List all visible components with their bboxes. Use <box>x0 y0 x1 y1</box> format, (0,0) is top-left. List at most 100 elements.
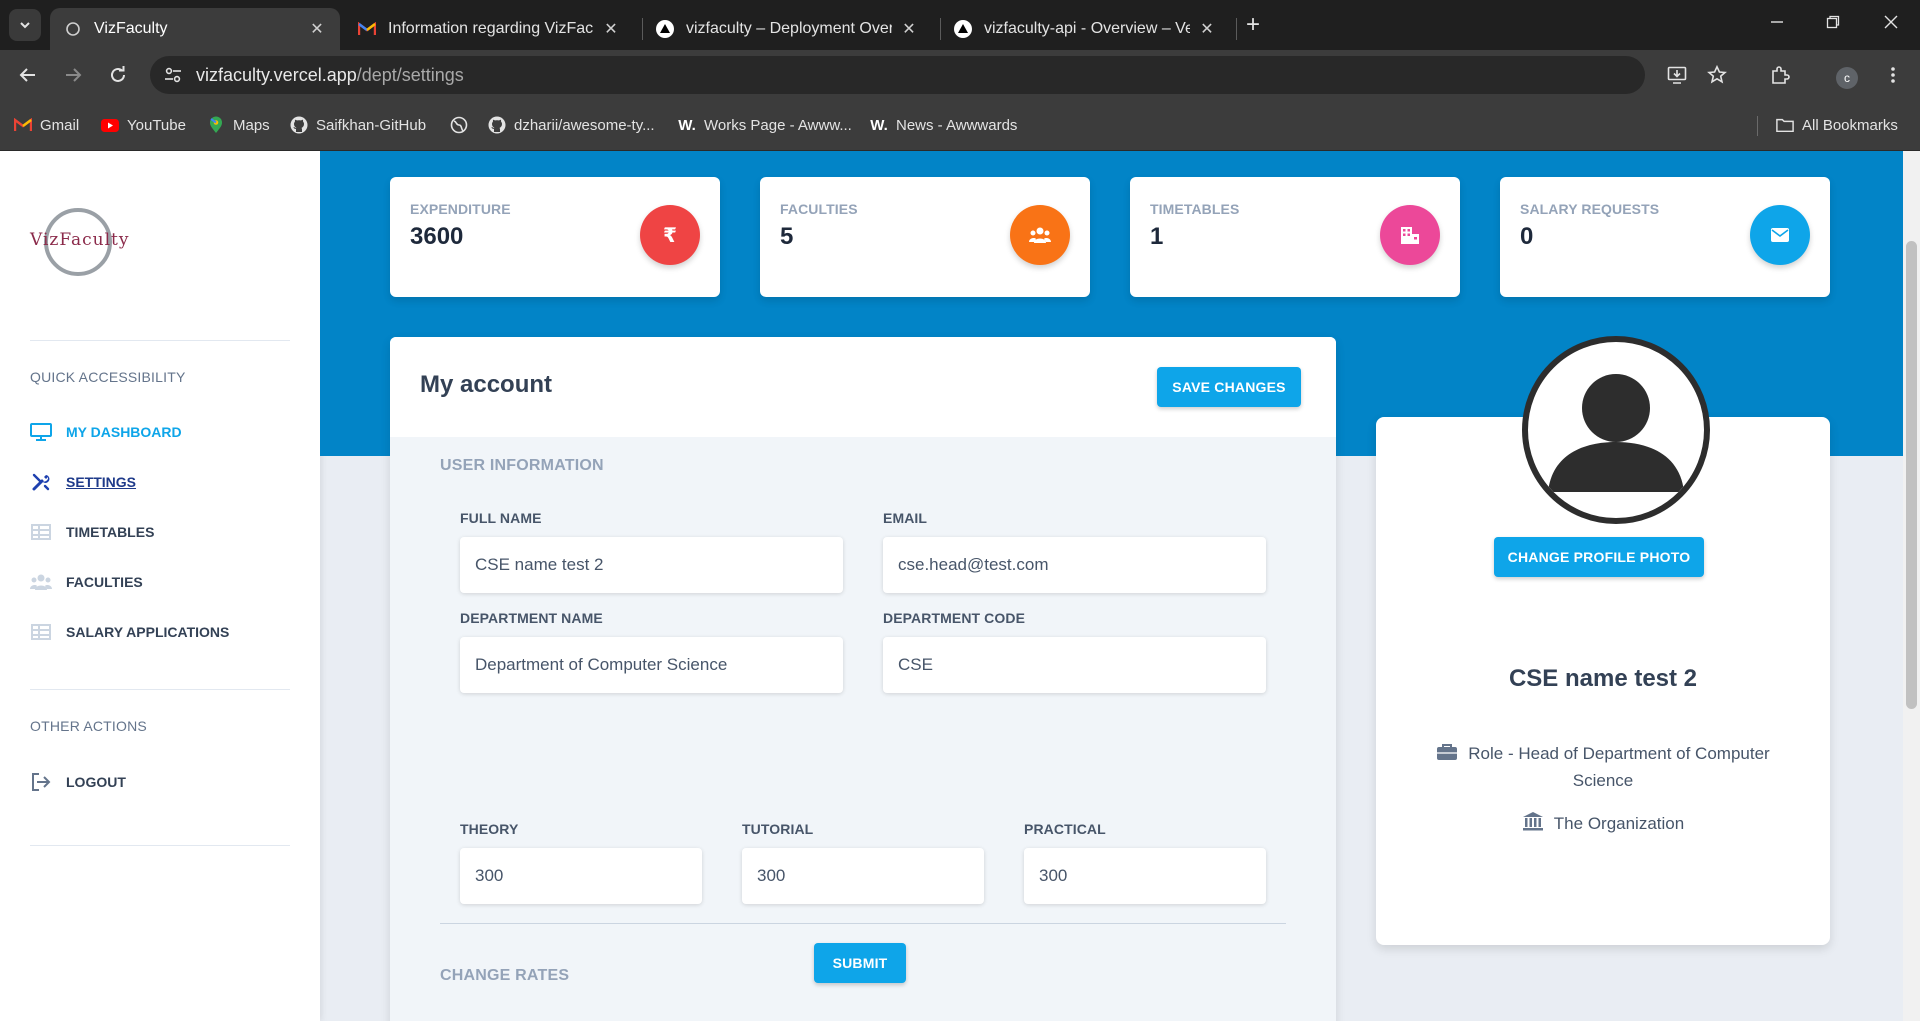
stat-label: FACULTIES <box>780 201 858 217</box>
practical-input[interactable]: 300 <box>1024 848 1266 904</box>
url-host: vizfaculty.vercel.app <box>196 65 357 85</box>
profile-role: Role - Head of Department of Computer Sc… <box>1416 741 1790 793</box>
new-tab-plus-icon[interactable]: + <box>1246 12 1260 38</box>
stat-value: 0 <box>1520 223 1534 250</box>
restore-icon[interactable] <box>1826 13 1840 34</box>
scrollbar-thumb[interactable] <box>1906 241 1917 709</box>
gmail-icon <box>14 116 32 134</box>
sidebar-item-timetables[interactable]: TIMETABLES <box>30 522 154 542</box>
tutorial-input[interactable]: 300 <box>742 848 984 904</box>
close-window-icon[interactable] <box>1884 13 1898 34</box>
save-changes-button[interactable]: SAVE CHANGES <box>1157 367 1301 407</box>
reload-icon[interactable] <box>107 64 129 86</box>
stat-value: 1 <box>1150 223 1164 250</box>
sidebar-item-dashboard[interactable]: MY DASHBOARD <box>30 422 182 442</box>
building-icon <box>1380 205 1440 265</box>
logo-text: VizFaculty <box>30 230 130 250</box>
minimize-icon[interactable] <box>1770 13 1784 34</box>
back-arrow-icon[interactable] <box>17 64 39 86</box>
department-code-input[interactable]: CSE <box>883 637 1266 693</box>
bookmark-label: YouTube <box>127 116 186 134</box>
bookmark-youtube[interactable]: YouTube <box>101 116 186 134</box>
department-name-input[interactable]: Department of Computer Science <box>460 637 843 693</box>
tab-information[interactable]: Information regarding VizFaculty ✕ <box>344 8 634 50</box>
bookmark-label: Gmail <box>40 116 80 134</box>
tab-title: VizFaculty <box>94 20 168 37</box>
stat-card-expenditure: EXPENDITURE 3600 ₹ <box>390 177 720 297</box>
awwwards-icon: W. <box>870 116 888 134</box>
tab-title: vizfaculty – Deployment Overview <box>686 20 892 37</box>
submit-button[interactable]: SUBMIT <box>814 943 906 983</box>
close-tab-icon[interactable]: ✕ <box>900 19 918 39</box>
bookmark-maps[interactable]: Maps <box>207 116 270 134</box>
folder-icon <box>1776 116 1794 134</box>
bookmark-news-awwwards[interactable]: W. News - Awwwards <box>870 116 1017 134</box>
stat-card-timetables: TIMETABLES 1 <box>1130 177 1460 297</box>
close-tab-icon[interactable]: ✕ <box>602 19 620 39</box>
department-code-label: DEPARTMENT CODE <box>883 610 1026 626</box>
tab-title: Information regarding VizFaculty <box>388 20 594 37</box>
bookmark-awesome-ty[interactable]: dzharii/awesome-ty... <box>488 116 655 134</box>
other-actions-heading: OTHER ACTIONS <box>30 718 147 734</box>
close-tab-icon[interactable]: ✕ <box>1198 19 1216 39</box>
theory-input[interactable]: 300 <box>460 848 702 904</box>
forward-arrow-icon[interactable] <box>62 64 84 86</box>
sidebar-item-label: MY DASHBOARD <box>66 424 182 440</box>
address-bar[interactable]: vizfaculty.vercel.app/dept/settings <box>150 56 1645 94</box>
change-profile-photo-button[interactable]: CHANGE PROFILE PHOTO <box>1494 537 1704 577</box>
page-title: My account <box>420 371 553 398</box>
sidebar-item-settings[interactable]: SETTINGS <box>30 472 136 492</box>
sidebar: VizFaculty QUICK ACCESSIBILITY MY DASHBO… <box>0 151 320 1021</box>
extensions-puzzle-icon[interactable] <box>1769 64 1791 86</box>
vizfaculty-logo[interactable]: VizFaculty <box>28 206 138 278</box>
stat-card-faculties: FACULTIES 5 <box>760 177 1090 297</box>
install-app-icon[interactable] <box>1666 64 1688 86</box>
change-rates-heading: CHANGE RATES <box>440 967 570 984</box>
user-information-heading: USER INFORMATION <box>440 457 604 474</box>
sidebar-divider <box>30 340 290 341</box>
email-input[interactable]: cse.head@test.com <box>883 537 1266 593</box>
site-info-icon[interactable] <box>164 66 182 89</box>
tab-title: vizfaculty-api - Overview – Vercel <box>984 20 1190 37</box>
github-icon <box>290 116 308 134</box>
tab-api-overview[interactable]: vizfaculty-api - Overview – Vercel ✕ <box>940 8 1230 50</box>
url-path: /dept/settings <box>356 65 464 85</box>
bookmark-label: News - Awwwards <box>896 116 1018 134</box>
bookmark-label: Works Page - Awww... <box>704 116 852 134</box>
bookmark-globe[interactable] <box>450 116 476 134</box>
profile-name: CSE name test 2 <box>1508 665 1698 692</box>
envelope-icon <box>1750 205 1810 265</box>
tab-deployment-overview[interactable]: vizfaculty – Deployment Overview ✕ <box>642 8 932 50</box>
full-name-input[interactable]: CSE name test 2 <box>460 537 843 593</box>
vercel-icon <box>954 20 972 38</box>
users-icon <box>30 572 52 592</box>
bookmark-star-icon[interactable] <box>1706 64 1728 86</box>
bookmark-gmail[interactable]: Gmail <box>14 116 79 134</box>
tab-vizfaculty[interactable]: VizFaculty ✕ <box>50 8 340 50</box>
url-text: vizfaculty.vercel.app/dept/settings <box>196 65 464 86</box>
bookmark-label: Saifkhan-GitHub <box>316 116 427 134</box>
close-tab-icon[interactable]: ✕ <box>308 19 326 39</box>
profile-avatar[interactable]: c <box>1836 67 1858 89</box>
bookmark-works-page[interactable]: W. Works Page - Awww... <box>678 116 852 134</box>
bookmark-saifkhan-github[interactable]: Saifkhan-GitHub <box>290 116 426 134</box>
users-icon <box>1010 205 1070 265</box>
page-scrollbar[interactable] <box>1903 151 1920 1021</box>
department-name-label: DEPARTMENT NAME <box>460 610 603 626</box>
avatar <box>1522 336 1710 524</box>
monitor-icon <box>30 422 52 442</box>
globe-icon <box>450 116 468 134</box>
github-icon <box>488 116 506 134</box>
sign-out-icon <box>30 772 52 792</box>
tab-separator <box>1236 18 1237 40</box>
sidebar-item-faculties[interactable]: FACULTIES <box>30 572 143 592</box>
maps-icon <box>207 116 225 134</box>
sidebar-item-label: SALARY APPLICATIONS <box>66 624 230 640</box>
tab-search-button[interactable] <box>9 9 41 41</box>
section-divider <box>440 923 1286 924</box>
logout-button[interactable]: LOGOUT <box>30 772 126 792</box>
all-bookmarks[interactable]: All Bookmarks <box>1776 116 1898 134</box>
sidebar-item-salary-applications[interactable]: SALARY APPLICATIONS <box>30 622 229 642</box>
more-menu-icon[interactable] <box>1882 64 1904 86</box>
my-account-card: My account SAVE CHANGES USER INFORMATION… <box>390 337 1336 1021</box>
